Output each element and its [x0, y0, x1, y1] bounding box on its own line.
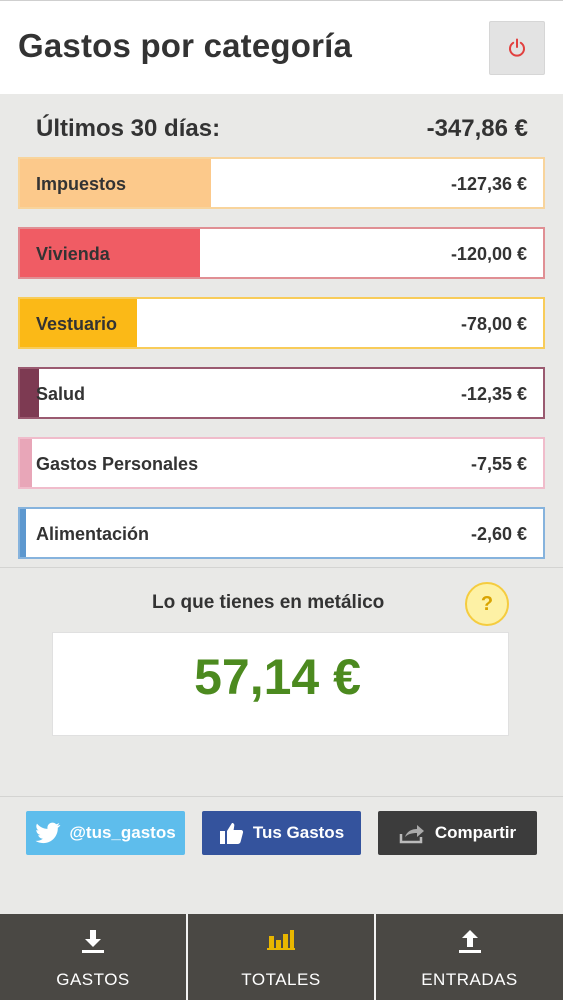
tab-label: ENTRADAS: [421, 970, 518, 989]
category-row-vivienda[interactable]: Vivienda -120,00 €: [18, 227, 545, 279]
section-divider: [0, 796, 563, 797]
tab-entradas[interactable]: ENTRADAS: [376, 914, 563, 1000]
thumbs-up-icon: [219, 821, 245, 845]
facebook-label: Tus Gastos: [252, 823, 345, 842]
power-button[interactable]: [489, 21, 545, 75]
category-row-vestuario[interactable]: Vestuario -78,00 €: [18, 297, 545, 349]
upload-icon: [457, 928, 483, 959]
tab-gastos[interactable]: GASTOS: [0, 914, 186, 1000]
bottom-tab-bar: GASTOS TOTALES ENTRADAS: [0, 914, 563, 1000]
category-bar: [20, 439, 32, 487]
help-icon: ?: [480, 592, 494, 615]
category-amount: -7,55 €: [470, 454, 527, 474]
tab-label: TOTALES: [241, 970, 321, 989]
cash-label: Lo que tienes en metálico: [152, 592, 385, 613]
category-name: Vivienda: [36, 244, 110, 264]
section-divider: [0, 567, 563, 568]
category-name: Impuestos: [36, 174, 127, 194]
period-label: Últimos 30 días:: [36, 115, 221, 142]
category-name: Gastos Personales: [36, 454, 199, 474]
page-title: Gastos por categoría: [18, 27, 353, 64]
app-header: Gastos por categoría: [0, 0, 563, 94]
cash-display[interactable]: 57,14 €: [52, 632, 509, 736]
facebook-like-button[interactable]: Tus Gastos: [202, 811, 361, 855]
twitter-button[interactable]: @tus_gastos: [26, 811, 185, 855]
category-amount: -120,00 €: [450, 244, 527, 264]
category-amount: -127,36 €: [450, 174, 527, 194]
cash-value: 57,14 €: [194, 649, 361, 705]
category-amount: -78,00 €: [460, 314, 527, 334]
category-row-salud[interactable]: Salud -12,35 €: [18, 367, 545, 419]
category-amount: -12,35 €: [460, 384, 527, 404]
bar-chart-icon: [267, 928, 295, 955]
tab-label: GASTOS: [56, 970, 130, 989]
share-button[interactable]: Compartir: [378, 811, 537, 855]
share-icon: [399, 822, 427, 844]
category-amount: -2,60 €: [470, 524, 527, 544]
category-row-impuestos[interactable]: Impuestos -127,36 €: [18, 157, 545, 209]
share-label: Compartir: [434, 823, 517, 842]
category-row-gastos-personales[interactable]: Gastos Personales -7,55 €: [18, 437, 545, 489]
category-name: Alimentación: [36, 524, 150, 544]
power-icon: [509, 38, 525, 57]
download-icon: [80, 928, 106, 959]
help-button[interactable]: ?: [465, 582, 509, 626]
category-bar: [20, 509, 26, 557]
tab-totales[interactable]: TOTALES: [188, 914, 374, 1000]
category-row-alimentacion[interactable]: Alimentación -2,60 €: [18, 507, 545, 559]
summary-row: Últimos 30 días: -347,86 €: [36, 115, 528, 145]
twitter-label: @tus_gastos: [69, 823, 176, 842]
category-name: Salud: [36, 384, 86, 404]
twitter-bird-icon: [35, 822, 61, 844]
period-total: -347,86 €: [426, 115, 528, 142]
category-name: Vestuario: [36, 314, 118, 334]
